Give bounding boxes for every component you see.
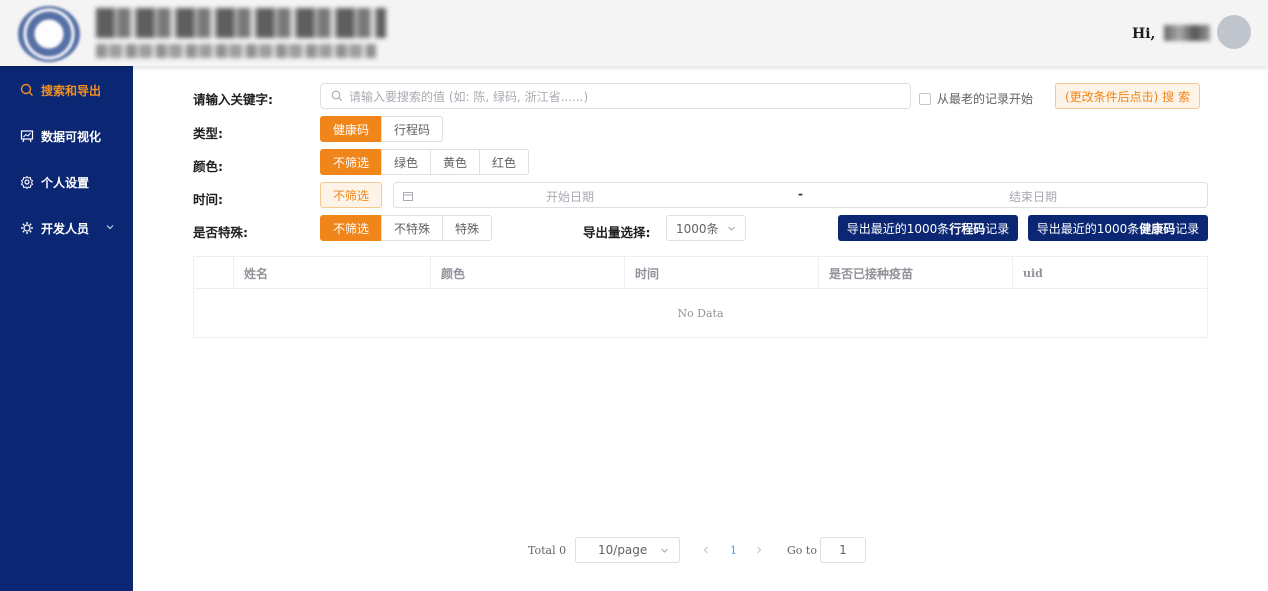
table-header: 姓名 颜色 时间 是否已接种疫苗 uid bbox=[194, 257, 1207, 289]
table-header-index bbox=[194, 257, 234, 289]
sidebar-item-label: 搜索和导出 bbox=[41, 83, 102, 98]
export-trip-code-button[interactable]: 导出最近的1000条 行程码 记录 bbox=[838, 215, 1018, 241]
goto-page-input[interactable]: 1 bbox=[820, 537, 866, 563]
gear-icon bbox=[20, 175, 34, 189]
export-health-code-button[interactable]: 导出最近的1000条 健康码 记录 bbox=[1028, 215, 1208, 241]
color-option-yellow[interactable]: 黄色 bbox=[430, 149, 481, 175]
export-amount-label: 导出量选择: bbox=[583, 225, 651, 240]
keyword-placeholder: 请输入要搜索的值 (如: 陈, 绿码, 浙江省......) bbox=[349, 89, 589, 104]
sidebar-item-developers[interactable]: 开发人员 bbox=[0, 205, 133, 251]
time-toggle-group: 不筛选 bbox=[320, 182, 383, 208]
color-option-no-filter[interactable]: 不筛选 bbox=[320, 149, 383, 175]
top-header: Hi, bbox=[0, 0, 1268, 66]
special-toggle-group: 不筛选 不特殊 特殊 bbox=[320, 215, 493, 241]
chevron-down-icon bbox=[106, 225, 114, 230]
search-icon bbox=[331, 90, 343, 102]
avatar[interactable] bbox=[1217, 15, 1251, 49]
table-header-uid: uid bbox=[1023, 266, 1043, 280]
chevron-down-icon bbox=[661, 548, 668, 553]
keyword-label: 请输入关键字: bbox=[193, 92, 273, 107]
type-option-health-code[interactable]: 健康码 bbox=[320, 116, 383, 142]
special-option-no-filter[interactable]: 不筛选 bbox=[320, 215, 383, 241]
chevron-right-icon bbox=[757, 546, 762, 554]
chevron-down-icon bbox=[728, 226, 735, 231]
special-option-special[interactable]: 特殊 bbox=[442, 215, 493, 241]
color-option-green[interactable]: 绿色 bbox=[381, 149, 432, 175]
logo-wordmark bbox=[96, 6, 386, 62]
user-greeting: Hi, bbox=[1132, 25, 1211, 42]
color-toggle-group: 不筛选 绿色 黄色 红色 bbox=[320, 149, 530, 175]
calendar-icon bbox=[403, 192, 413, 201]
date-range-picker[interactable]: 开始日期 - 结束日期 bbox=[393, 182, 1208, 208]
special-option-not-special[interactable]: 不特殊 bbox=[381, 215, 444, 241]
type-label: 类型: bbox=[193, 126, 223, 141]
start-date-placeholder[interactable]: 开始日期 bbox=[546, 188, 594, 205]
sidebar-item-data-visualization[interactable]: 数据可视化 bbox=[0, 113, 133, 159]
type-option-trip-code[interactable]: 行程码 bbox=[381, 116, 444, 142]
table-empty-text: No Data bbox=[677, 306, 724, 320]
chevron-left-icon bbox=[703, 546, 708, 554]
cog-icon bbox=[21, 222, 33, 234]
date-separator: - bbox=[798, 187, 803, 201]
end-date-placeholder[interactable]: 结束日期 bbox=[1009, 188, 1057, 205]
sidebar-item-label: 个人设置 bbox=[41, 175, 90, 190]
next-page-button[interactable] bbox=[754, 537, 764, 563]
color-label: 颜色: bbox=[193, 159, 223, 174]
table-header-color: 颜色 bbox=[431, 257, 625, 289]
sidebar-item-search-export[interactable]: 搜索和导出 bbox=[0, 67, 133, 113]
page-size-value: 10/page bbox=[598, 543, 648, 557]
prev-page-button[interactable] bbox=[701, 537, 711, 563]
time-option-no-filter[interactable]: 不筛选 bbox=[320, 182, 383, 208]
time-label: 时间: bbox=[193, 192, 223, 207]
main-content: 请输入关键字: 请输入要搜索的值 (如: 陈, 绿码, 浙江省......) 从… bbox=[133, 66, 1268, 591]
records-table: 姓名 颜色 时间 是否已接种疫苗 uid No Data bbox=[193, 256, 1208, 338]
oldest-first-checkbox[interactable]: 从最老的记录开始 bbox=[919, 90, 1033, 107]
table-header-time: 时间 bbox=[625, 257, 819, 289]
sidebar: 搜索和导出 数据可视化 个人设置 开发人员 bbox=[0, 66, 133, 591]
sidebar-item-label: 数据可视化 bbox=[41, 129, 102, 144]
goto-page-value: 1 bbox=[839, 543, 847, 557]
blurred-username bbox=[1164, 25, 1211, 41]
sidebar-item-personal-settings[interactable]: 个人设置 bbox=[0, 159, 133, 205]
pagination-total: Total 0 bbox=[528, 543, 567, 557]
goto-label: Go to bbox=[787, 543, 817, 557]
special-label: 是否特殊: bbox=[193, 225, 248, 240]
page-number-current[interactable]: 1 bbox=[730, 537, 737, 563]
logo-icon bbox=[18, 6, 80, 62]
search-icon bbox=[20, 83, 33, 96]
sidebar-item-label: 开发人员 bbox=[41, 221, 90, 236]
chart-board-icon bbox=[20, 130, 34, 143]
color-option-red[interactable]: 红色 bbox=[479, 149, 530, 175]
keyword-search-input[interactable]: 请输入要搜索的值 (如: 陈, 绿码, 浙江省......) bbox=[320, 83, 911, 109]
export-amount-select[interactable]: 1000条 bbox=[666, 215, 746, 241]
table-header-vaccinated: 是否已接种疫苗 bbox=[819, 257, 1013, 289]
search-button[interactable]: (更改条件后点击) 搜 索 bbox=[1055, 83, 1200, 109]
oldest-first-label: 从最老的记录开始 bbox=[937, 92, 1034, 106]
table-header-name: 姓名 bbox=[234, 257, 431, 289]
page-size-select[interactable]: 10/page bbox=[575, 537, 680, 563]
type-toggle-group: 健康码 行程码 bbox=[320, 116, 444, 142]
checkbox-box[interactable] bbox=[919, 92, 931, 105]
export-amount-value: 1000条 bbox=[676, 221, 719, 236]
